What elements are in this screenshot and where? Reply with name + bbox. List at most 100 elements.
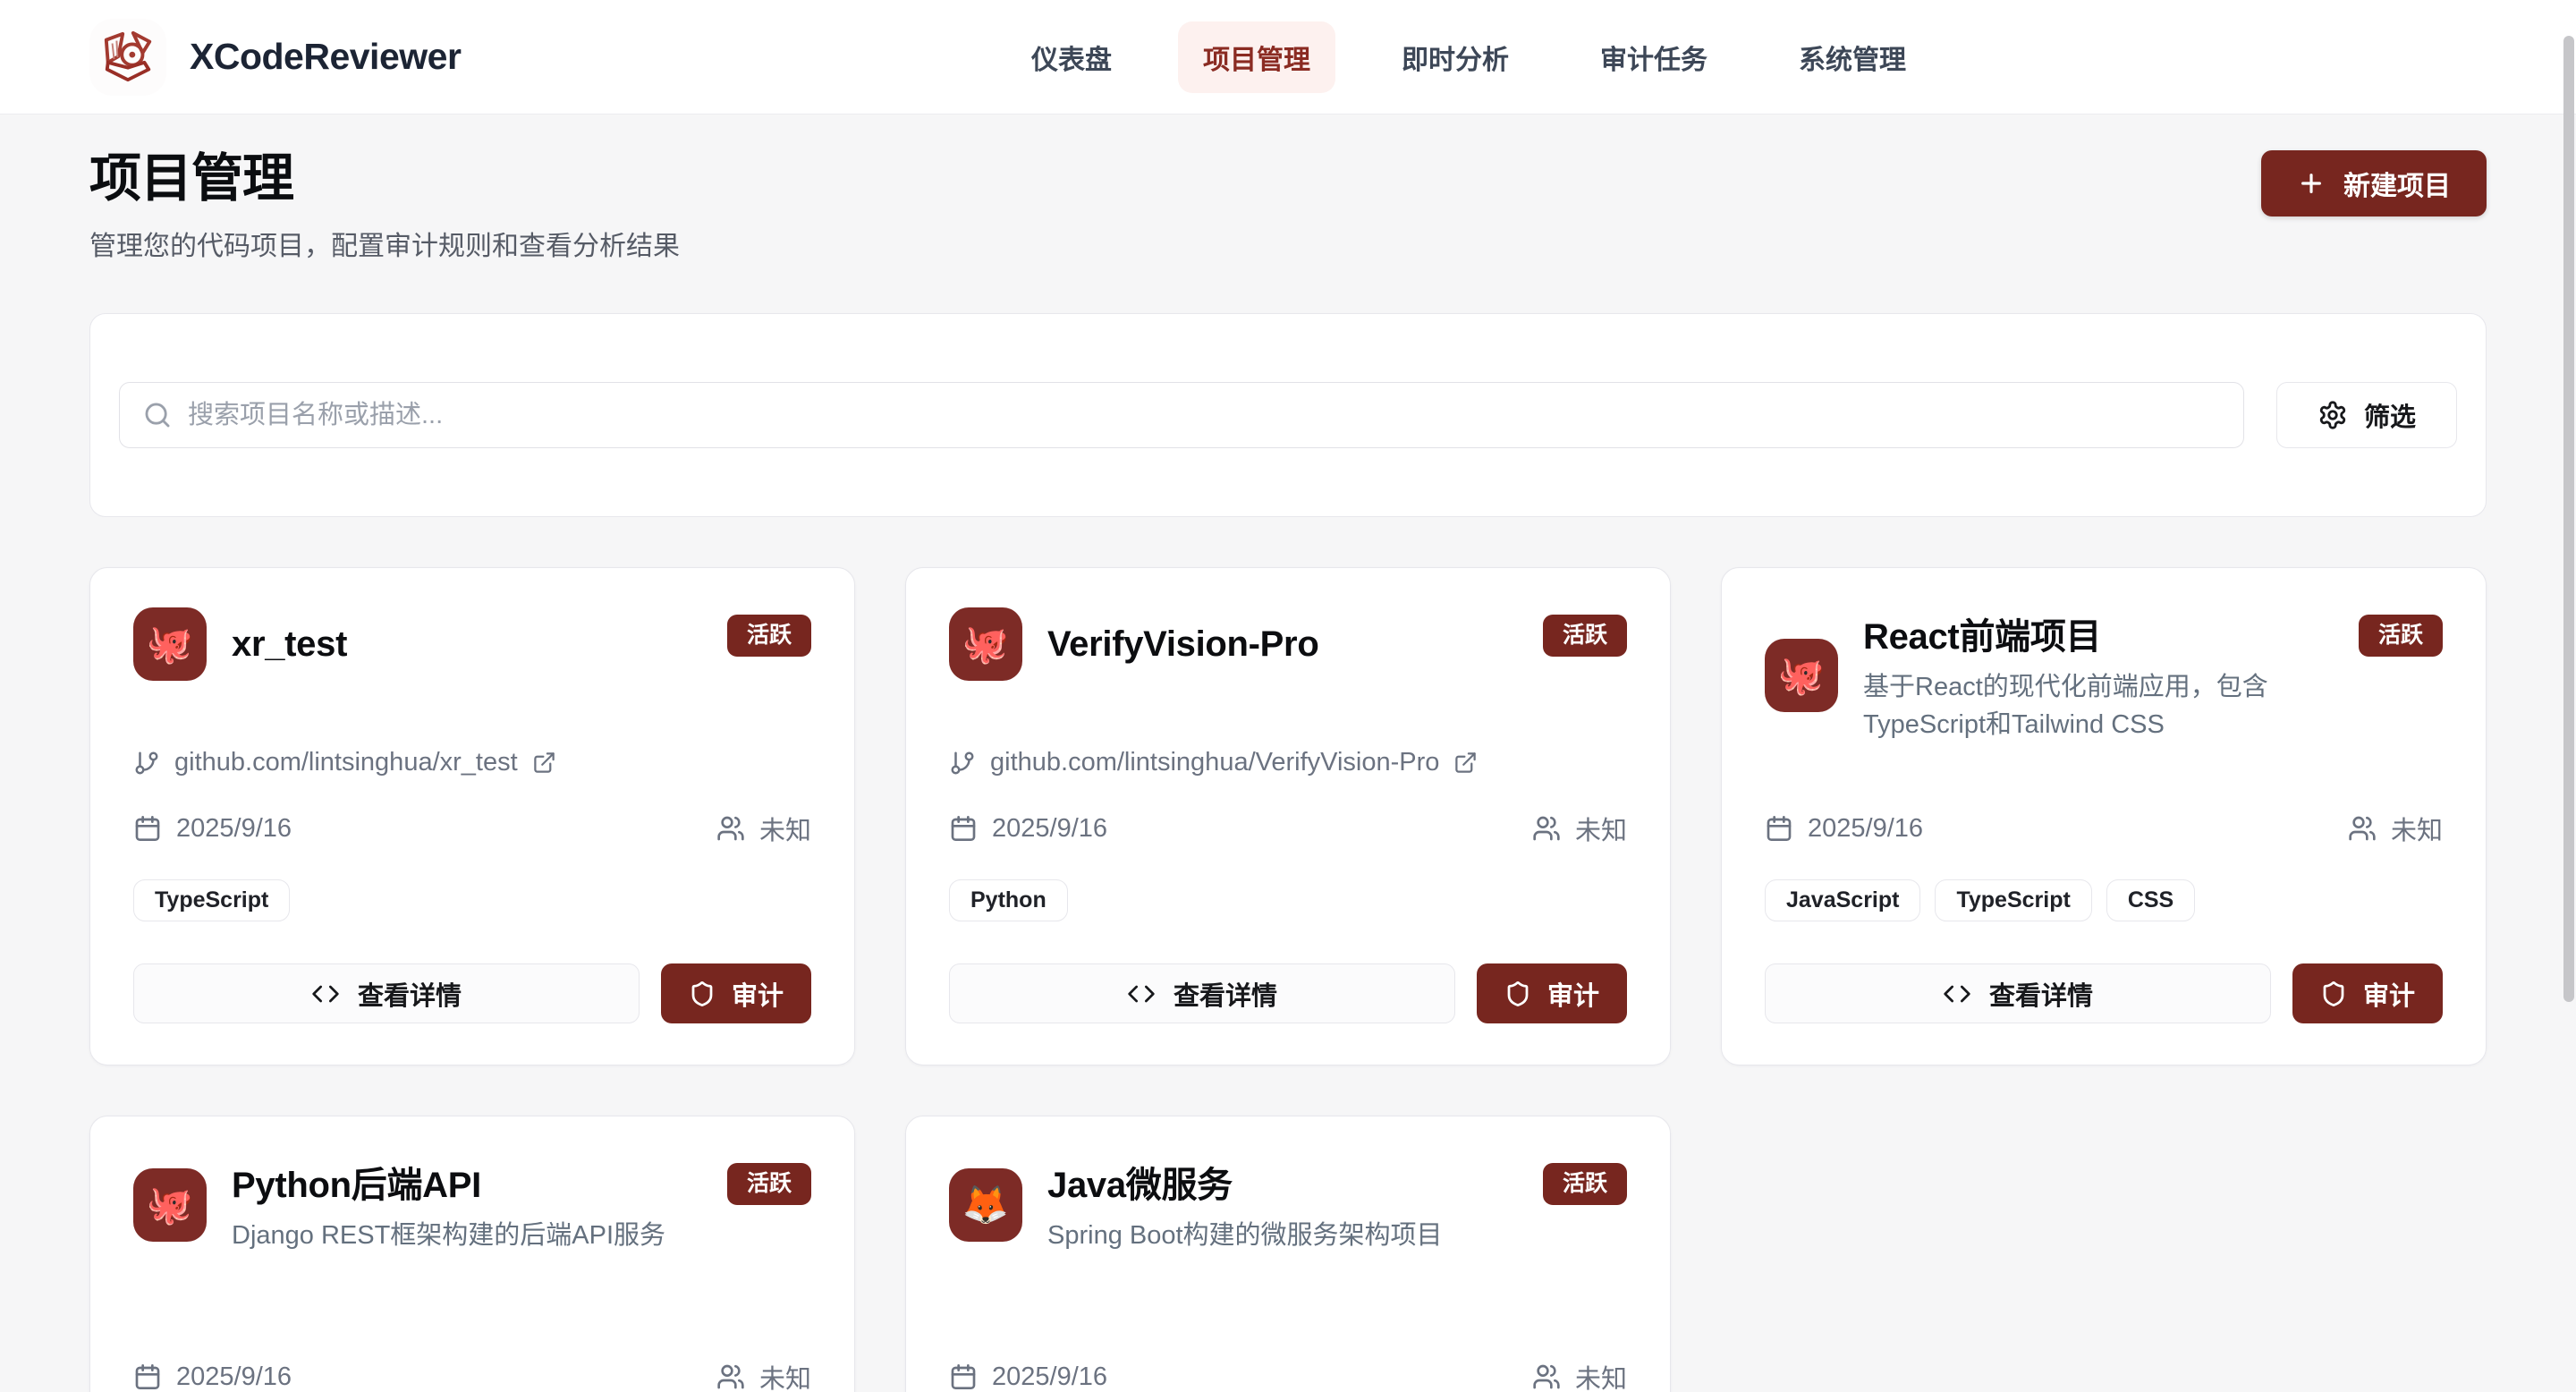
project-avatar: 🐙: [1765, 639, 1838, 712]
shield-icon: [689, 980, 716, 1007]
audit-label: 审计: [732, 975, 784, 1013]
filter-button[interactable]: 筛选: [2276, 382, 2457, 448]
project-name: VerifyVision-Pro: [1047, 624, 1318, 665]
brand-logo-icon: [89, 19, 166, 96]
brand: XCodeReviewer: [89, 19, 461, 96]
calendar-icon: [949, 814, 978, 843]
calendar-icon: [1765, 814, 1793, 843]
owner-text: 未知: [759, 810, 811, 847]
search-panel: 筛选: [89, 313, 2487, 517]
owner: 未知: [2348, 810, 2443, 847]
shield-icon: [1504, 980, 1531, 1007]
created-date: 2025/9/16: [133, 814, 292, 844]
plus-icon: [2297, 169, 2326, 198]
git-branch-icon: [949, 750, 976, 777]
project-avatar: 🦊: [949, 1168, 1022, 1242]
project-title-block: Python后端API Django REST框架构建的后端API服务: [232, 1156, 665, 1254]
meta-row: 2025/9/16 未知: [133, 810, 811, 847]
project-card: 活跃 🐙 xr_test github.com/lintsinghua/xr_t…: [89, 567, 855, 1065]
title-block: 项目管理 管理您的代码项目，配置审计规则和查看分析结果: [89, 136, 680, 263]
owner-text: 未知: [1575, 1358, 1627, 1392]
owner: 未知: [716, 1358, 811, 1392]
tag-pill: Python: [949, 879, 1068, 921]
card-head: 🐙 VerifyVision-Pro: [949, 607, 1627, 681]
meta-row: 2025/9/16 未知: [949, 1358, 1627, 1392]
tags-row: JavaScriptTypeScriptCSS: [1765, 879, 2443, 921]
scrollbar[interactable]: [2562, 0, 2576, 1392]
project-title-block: xr_test: [232, 624, 347, 665]
nav-item[interactable]: 系统管理: [1774, 21, 1931, 93]
status-badge: 活跃: [2359, 615, 2443, 657]
card-head: 🐙 Python后端API Django REST框架构建的后端API服务: [133, 1156, 811, 1254]
tag-pill: JavaScript: [1765, 879, 1920, 921]
view-details-button[interactable]: 查看详情: [1765, 963, 2271, 1023]
external-link-icon: [1453, 751, 1478, 775]
view-details-button[interactable]: 查看详情: [133, 963, 640, 1023]
audit-button[interactable]: 审计: [1477, 963, 1627, 1023]
nav-item[interactable]: 审计任务: [1575, 21, 1733, 93]
card-top: 🦊 Java微服务 Spring Boot构建的微服务架构项目: [949, 1156, 1627, 1326]
status-badge: 活跃: [727, 615, 811, 657]
tags-row: TypeScript: [133, 879, 811, 921]
users-icon: [716, 814, 745, 843]
project-title-block: VerifyVision-Pro: [1047, 624, 1318, 665]
card-top: 🐙 VerifyVision-Pro github.com/lintsinghu…: [949, 607, 1627, 777]
owner-text: 未知: [759, 1358, 811, 1392]
actions-row: 查看详情 审计: [1765, 963, 2443, 1023]
project-management-page: 项目管理 管理您的代码项目，配置审计规则和查看分析结果 新建项目: [0, 115, 2576, 1392]
users-icon: [1532, 1362, 1561, 1391]
repo-link[interactable]: github.com/lintsinghua/VerifyVision-Pro: [949, 748, 1478, 777]
app-header: XCodeReviewer 仪表盘项目管理即时分析审计任务系统管理: [0, 0, 2576, 115]
code-icon: [1943, 980, 1971, 1008]
external-link-icon: [532, 751, 556, 775]
calendar-icon: [133, 814, 162, 843]
owner: 未知: [716, 810, 811, 847]
search-icon: [142, 400, 173, 430]
owner-text: 未知: [2391, 810, 2443, 847]
scrollbar-thumb[interactable]: [2563, 36, 2574, 1002]
repo-url: github.com/lintsinghua/VerifyVision-Pro: [990, 748, 1439, 777]
card-head: 🐙 xr_test: [133, 607, 811, 681]
project-card: 活跃 🦊 Java微服务 Spring Boot构建的微服务架构项目: [905, 1116, 1671, 1392]
status-badge: 活跃: [1543, 1163, 1627, 1205]
audit-label: 审计: [1547, 975, 1599, 1013]
audit-button[interactable]: 审计: [2292, 963, 2443, 1023]
nav-item[interactable]: 项目管理: [1178, 21, 1335, 93]
project-card: 活跃 🐙 React前端项目 基于React的现代化前端应用，包含TypeScr…: [1721, 567, 2487, 1065]
view-details-button[interactable]: 查看详情: [949, 963, 1455, 1023]
audit-label: 审计: [2363, 975, 2415, 1013]
card-head: 🐙 React前端项目 基于React的现代化前端应用，包含TypeScript…: [1765, 607, 2443, 743]
users-icon: [2348, 814, 2377, 843]
git-branch-icon: [133, 750, 160, 777]
card-head: 🦊 Java微服务 Spring Boot构建的微服务架构项目: [949, 1156, 1627, 1254]
repo-url: github.com/lintsinghua/xr_test: [174, 748, 518, 777]
project-avatar: 🐙: [133, 1168, 207, 1242]
nav-item[interactable]: 即时分析: [1377, 21, 1534, 93]
projects-grid: 活跃 🐙 xr_test github.com/lintsinghua/xr_t…: [89, 567, 2487, 1392]
main-nav: 仪表盘项目管理即时分析审计任务系统管理: [1006, 21, 1931, 93]
date-text: 2025/9/16: [992, 1362, 1107, 1392]
owner: 未知: [1532, 1358, 1627, 1392]
title-row: 项目管理 管理您的代码项目，配置审计规则和查看分析结果 新建项目: [89, 136, 2487, 263]
nav-item[interactable]: 仪表盘: [1006, 21, 1137, 93]
calendar-icon: [133, 1362, 162, 1391]
view-details-label: 查看详情: [358, 975, 462, 1013]
view-details-label: 查看详情: [1989, 975, 2093, 1013]
brand-title: XCodeReviewer: [190, 36, 461, 78]
actions-row: 查看详情 审计: [133, 963, 811, 1023]
audit-button[interactable]: 审计: [661, 963, 811, 1023]
shield-icon: [2320, 980, 2347, 1007]
project-name: React前端项目: [1863, 607, 2318, 659]
meta-row: 2025/9/16 未知: [1765, 810, 2443, 847]
meta-row: 2025/9/16 未知: [949, 810, 1627, 847]
new-project-label: 新建项目: [2343, 164, 2451, 203]
new-project-button[interactable]: 新建项目: [2261, 150, 2487, 216]
project-avatar: 🐙: [949, 607, 1022, 681]
status-badge: 活跃: [727, 1163, 811, 1205]
page-subtitle: 管理您的代码项目，配置审计规则和查看分析结果: [89, 224, 680, 263]
repo-link[interactable]: github.com/lintsinghua/xr_test: [133, 748, 556, 777]
date-text: 2025/9/16: [176, 814, 292, 844]
created-date: 2025/9/16: [1765, 814, 1923, 844]
search-input[interactable]: [119, 382, 2244, 448]
users-icon: [1532, 814, 1561, 843]
